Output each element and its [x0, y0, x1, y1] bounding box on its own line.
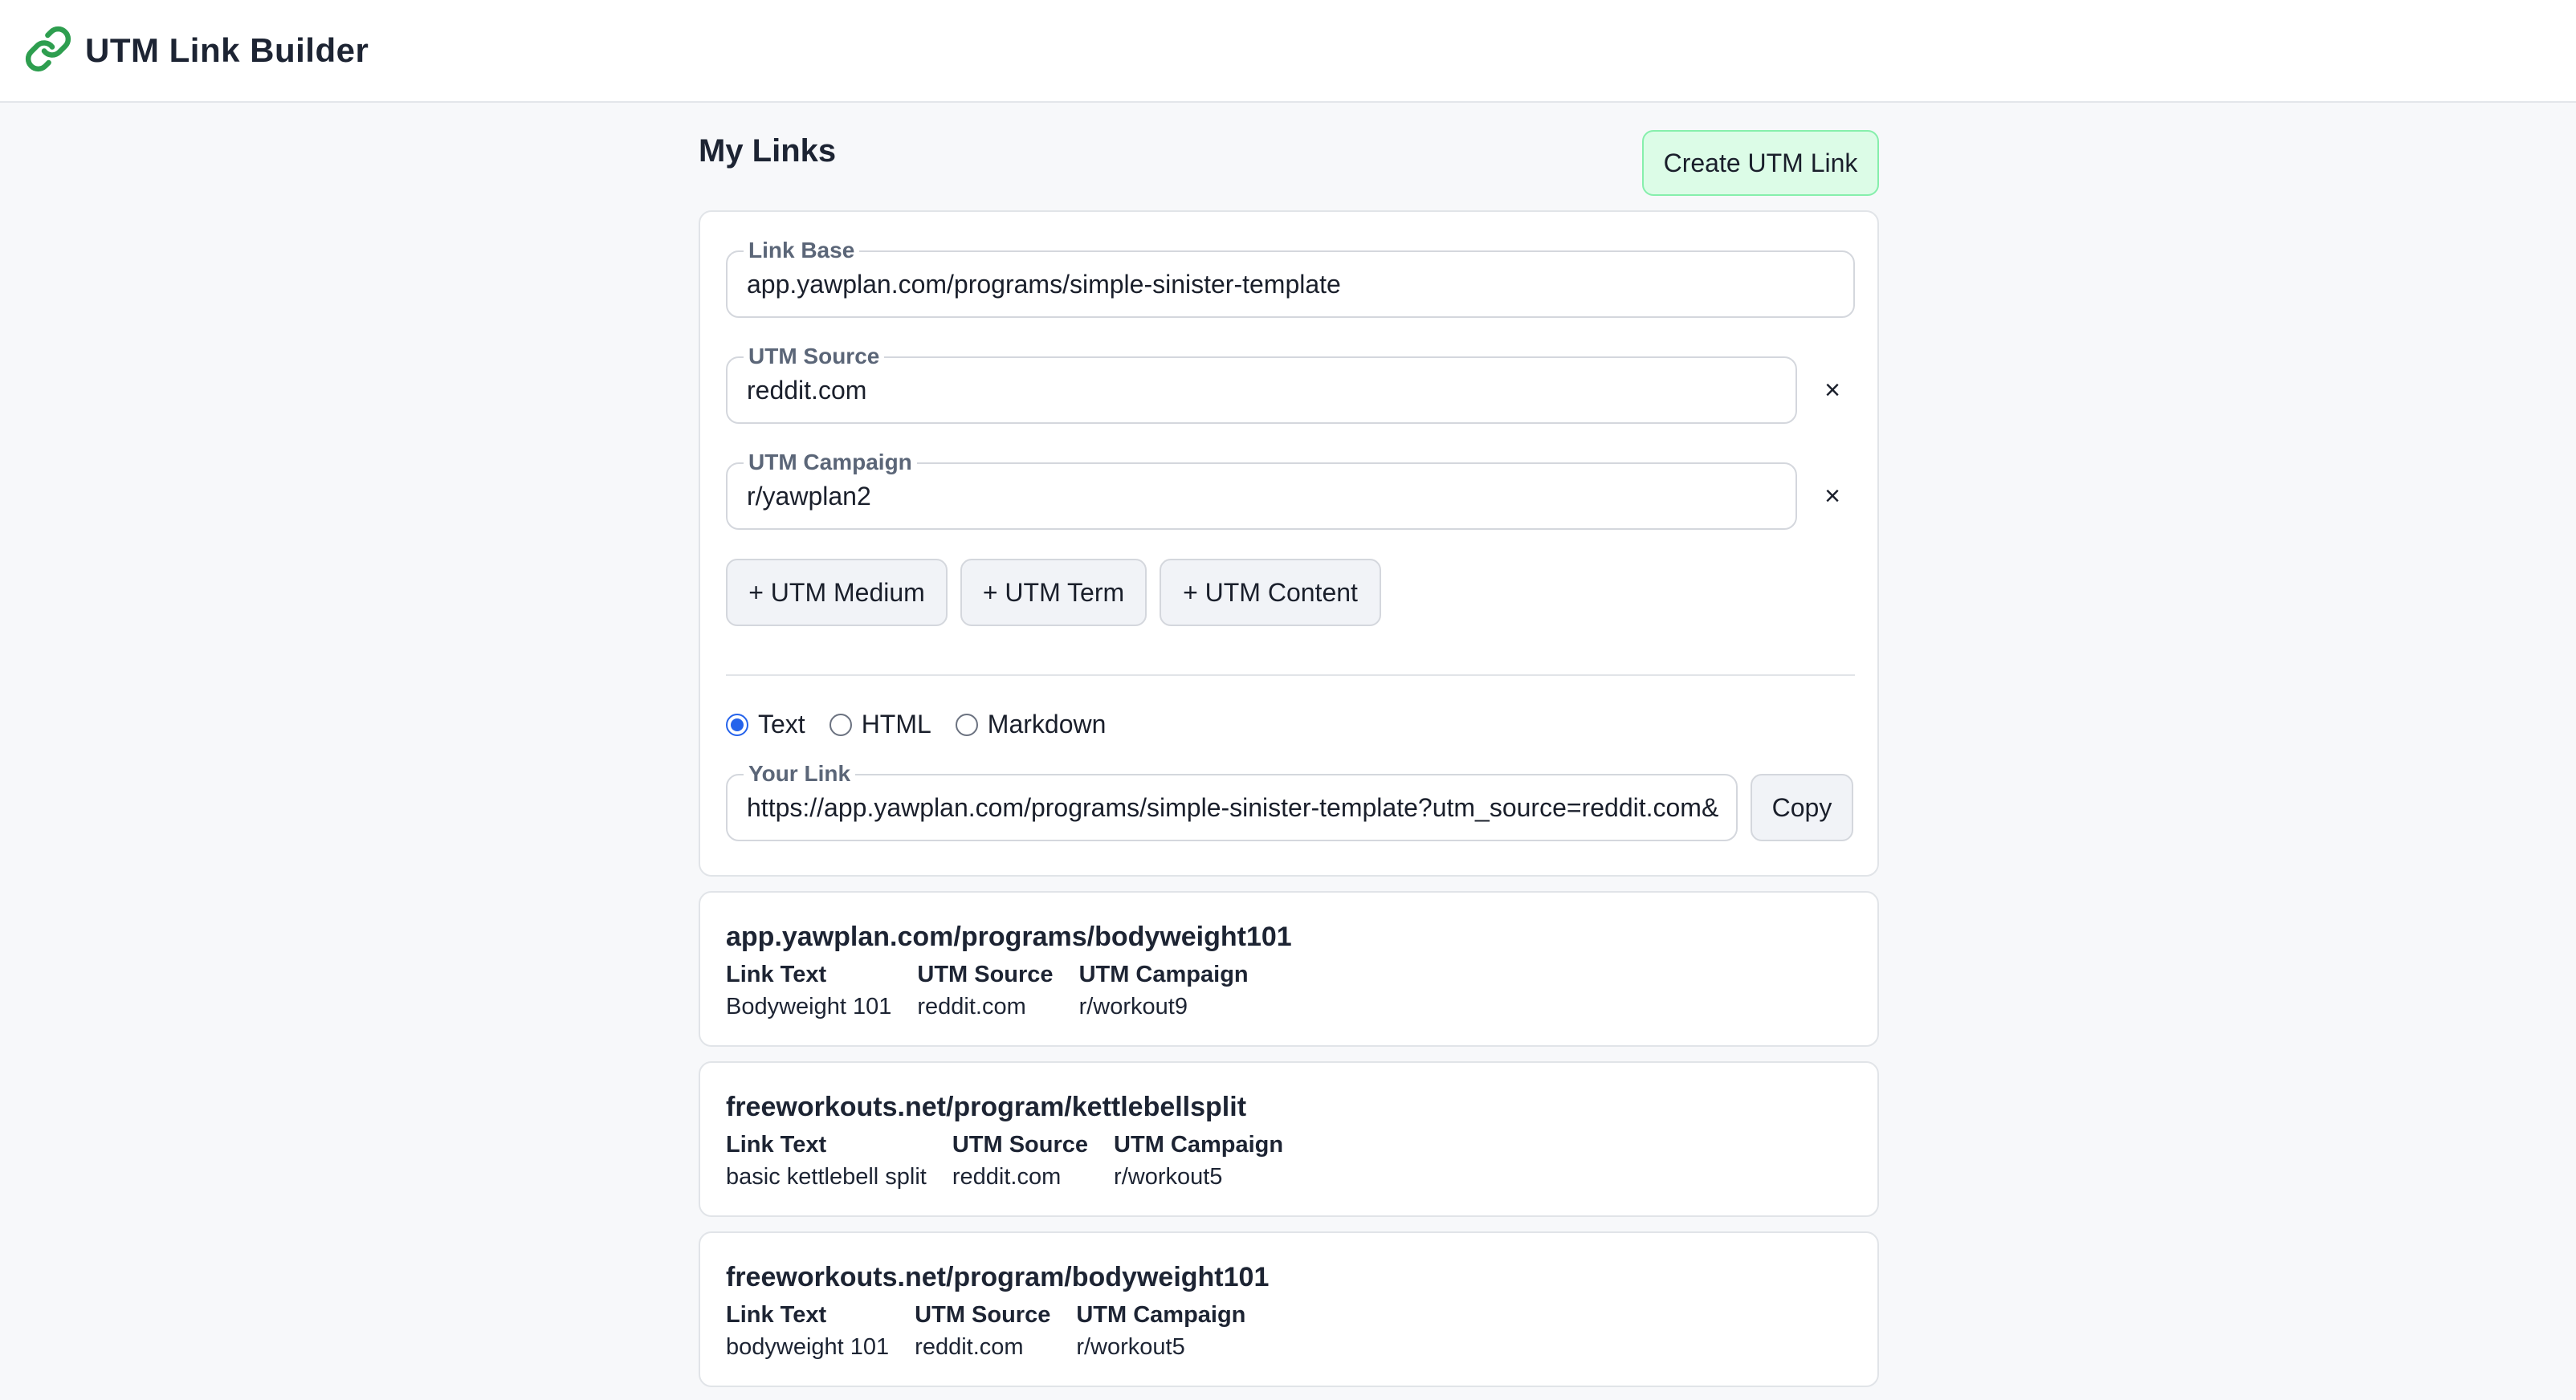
- format-label-html: HTML: [861, 710, 931, 739]
- saved-link-card[interactable]: freeworkouts.net/program/kettlebellsplit…: [699, 1061, 1879, 1217]
- format-option-html[interactable]: HTML: [829, 710, 931, 739]
- add-utm-medium-button[interactable]: + UTM Medium: [726, 559, 948, 626]
- link-text-column: Link Text Bodyweight 101: [726, 958, 891, 1023]
- utm-campaign-input[interactable]: [747, 464, 1779, 528]
- link-url: app.yawplan.com/programs/bodyweight101: [726, 922, 1292, 952]
- add-utm-content-button[interactable]: + UTM Content: [1160, 559, 1381, 626]
- utm-campaign-header: UTM Campaign: [1078, 962, 1249, 987]
- utm-source-value: reddit.com: [915, 1334, 1024, 1360]
- link-details: Link Text Bodyweight 101 UTM Source redd…: [726, 958, 1274, 1023]
- utm-campaign-value: r/workout9: [1078, 994, 1188, 1019]
- utm-source-header: UTM Source: [917, 962, 1054, 987]
- saved-link-card[interactable]: app.yawplan.com/programs/bodyweight101 L…: [699, 891, 1879, 1047]
- link-text-column: Link Text bodyweight 101: [726, 1299, 889, 1363]
- page-title: My Links: [699, 133, 837, 169]
- utm-source-header: UTM Source: [915, 1302, 1051, 1328]
- utm-campaign-value: r/workout5: [1076, 1334, 1185, 1360]
- utm-campaign-column: UTM Campaign r/workout5: [1076, 1299, 1245, 1363]
- radio-html[interactable]: [829, 713, 852, 736]
- link-details: Link Text bodyweight 101 UTM Source redd…: [726, 1299, 1271, 1363]
- utm-campaign-field: UTM Campaign: [726, 448, 1797, 530]
- remove-utm-source-button[interactable]: ×: [1816, 374, 1848, 406]
- link-url: freeworkouts.net/program/bodyweight101: [726, 1262, 1270, 1292]
- brand[interactable]: UTM Link Builder: [24, 25, 369, 77]
- utm-campaign-header: UTM Campaign: [1114, 1132, 1284, 1158]
- link-text-column: Link Text basic kettlebell split: [726, 1129, 927, 1193]
- link-text-header: Link Text: [726, 962, 827, 987]
- your-link-field: Your Link: [726, 759, 1738, 841]
- your-link-output[interactable]: [747, 775, 1720, 840]
- remove-utm-campaign-button[interactable]: ×: [1816, 480, 1848, 512]
- format-options: Text HTML Markdown: [726, 710, 1130, 739]
- utm-campaign-column: UTM Campaign r/workout9: [1079, 958, 1249, 1023]
- add-utm-term-button[interactable]: + UTM Term: [960, 559, 1147, 626]
- link-base-input[interactable]: [747, 252, 1837, 316]
- utm-source-field: UTM Source: [726, 342, 1797, 424]
- utm-campaign-column: UTM Campaign r/workout5: [1114, 1129, 1283, 1193]
- utm-source-header: UTM Source: [952, 1132, 1089, 1158]
- utm-campaign-value: r/workout5: [1114, 1164, 1223, 1190]
- link-url: freeworkouts.net/program/kettlebellsplit: [726, 1092, 1247, 1122]
- radio-text[interactable]: [726, 713, 748, 736]
- link-builder-card: Link Base UTM Source × UTM Campaign × + …: [699, 210, 1879, 877]
- link-base-field: Link Base: [726, 236, 1855, 318]
- link-details: Link Text basic kettlebell split UTM Sou…: [726, 1129, 1309, 1193]
- app-title: UTM Link Builder: [85, 31, 369, 69]
- link-text-value: bodyweight 101: [726, 1334, 890, 1360]
- link-text-header: Link Text: [726, 1132, 827, 1158]
- utm-source-column: UTM Source reddit.com: [952, 1129, 1088, 1193]
- utm-source-value: reddit.com: [952, 1164, 1062, 1190]
- top-bar: UTM Link Builder: [0, 0, 2576, 103]
- utm-source-column: UTM Source reddit.com: [917, 958, 1053, 1023]
- utm-campaign-header: UTM Campaign: [1076, 1302, 1246, 1328]
- format-label-text: Text: [758, 710, 805, 739]
- link-text-value: basic kettlebell split: [726, 1164, 927, 1190]
- create-utm-link-button[interactable]: Create UTM Link: [1642, 130, 1879, 196]
- utm-source-column: UTM Source reddit.com: [915, 1299, 1050, 1363]
- divider: [726, 674, 1855, 676]
- link-icon: [24, 25, 72, 77]
- radio-markdown[interactable]: [955, 713, 978, 736]
- utm-source-input[interactable]: [747, 358, 1779, 422]
- saved-link-card[interactable]: freeworkouts.net/program/bodyweight101 L…: [699, 1231, 1879, 1387]
- format-label-markdown: Markdown: [987, 710, 1107, 739]
- format-option-markdown[interactable]: Markdown: [955, 710, 1107, 739]
- link-text-header: Link Text: [726, 1302, 827, 1328]
- utm-source-value: reddit.com: [917, 994, 1026, 1019]
- format-option-text[interactable]: Text: [726, 710, 805, 739]
- link-text-value: Bodyweight 101: [726, 994, 892, 1019]
- copy-button[interactable]: Copy: [1751, 774, 1853, 841]
